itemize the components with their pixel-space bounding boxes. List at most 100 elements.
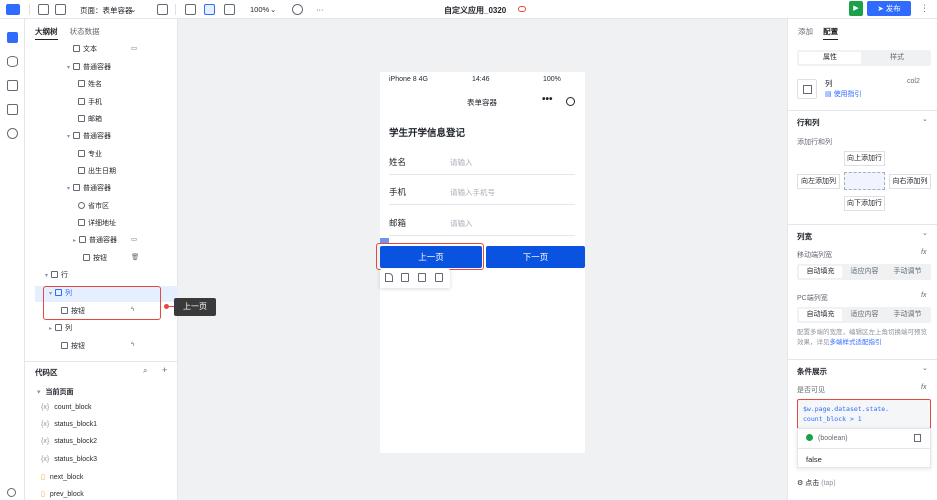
- tree-node-text[interactable]: 文本 ▭: [73, 44, 137, 58]
- tree-node-date[interactable]: 出生日期: [78, 166, 116, 180]
- settings-icon[interactable]: [7, 128, 18, 139]
- field-placeholder[interactable]: 请输入: [450, 157, 473, 168]
- field-placeholder[interactable]: 请输入: [450, 218, 473, 229]
- seg-style[interactable]: 样式: [866, 52, 928, 64]
- chevron-right-icon[interactable]: ▸: [49, 326, 52, 332]
- file-icon[interactable]: [157, 4, 168, 15]
- usage-guide-link[interactable]: ▤ 使用指引: [825, 89, 862, 99]
- opt-manual[interactable]: 手动调节: [886, 309, 929, 321]
- save-icon[interactable]: [401, 273, 409, 282]
- section-row-column[interactable]: 行和列 ⌄: [788, 110, 937, 127]
- more-vertical-icon[interactable]: ⋮: [920, 3, 929, 14]
- copy-icon[interactable]: [418, 273, 426, 282]
- tree-node-region[interactable]: 省市区: [78, 201, 109, 215]
- form-field-phone[interactable]: 手机 请输入手机号: [389, 176, 575, 205]
- seg-properties[interactable]: 属性: [799, 52, 861, 64]
- add-row-above-button[interactable]: 向上添加行: [844, 151, 885, 166]
- delete-icon[interactable]: [435, 273, 443, 282]
- style-guide-link[interactable]: 多端样式适配指引: [830, 339, 882, 346]
- opt-fit-content[interactable]: 适应内容: [843, 309, 886, 321]
- chevron-down-icon[interactable]: ⌄: [130, 5, 136, 14]
- layout-icon[interactable]: [55, 4, 66, 15]
- more-dots-icon[interactable]: •••: [542, 94, 553, 105]
- search-icon[interactable]: ⌕: [143, 366, 147, 376]
- tree-node-container[interactable]: ▾ 普通容器: [67, 131, 111, 145]
- components-icon[interactable]: [7, 104, 18, 115]
- form-field-email[interactable]: 邮箱 请输入: [389, 207, 575, 236]
- chevron-down-icon[interactable]: ▾: [67, 65, 70, 71]
- next-page-button[interactable]: 下一页: [486, 246, 585, 268]
- page-selector[interactable]: 页面：表单容器: [80, 5, 133, 16]
- more-icon[interactable]: ···: [316, 5, 324, 14]
- tree-node-button[interactable]: 按钮 🗑: [83, 253, 139, 267]
- chevron-down-icon[interactable]: ▾: [67, 134, 70, 140]
- add-column-left-button[interactable]: 向左添加列: [797, 174, 840, 189]
- tree-node-container[interactable]: ▸ 普通容器 ▭: [73, 235, 137, 249]
- tree-node-input[interactable]: 手机: [78, 97, 102, 111]
- opt-manual[interactable]: 手动调节: [886, 266, 929, 278]
- add-icon[interactable]: +: [162, 365, 167, 375]
- code-group-current-page[interactable]: ▾ 当前页面: [37, 387, 74, 397]
- tap-event[interactable]: ⚙ 点击 (tap): [797, 478, 836, 488]
- section-column-width[interactable]: 列宽 ⌄: [788, 224, 937, 241]
- publish-button[interactable]: ➤ 发布: [867, 1, 911, 16]
- edit-icon[interactable]: [385, 273, 393, 282]
- chevron-down-icon[interactable]: ⌄: [922, 364, 928, 372]
- tree-node-container[interactable]: ▾ 普通容器: [67, 183, 111, 197]
- close-circle-icon[interactable]: [566, 97, 575, 106]
- chevron-down-icon[interactable]: ▾: [45, 273, 48, 279]
- tab-add[interactable]: 添加: [798, 27, 813, 36]
- tree-node-row[interactable]: ▾ 行: [45, 270, 68, 284]
- tab-state-data[interactable]: 状态数据: [70, 27, 100, 36]
- section-conditional-display[interactable]: 条件展示 ⌄: [788, 359, 937, 376]
- run-button[interactable]: ▶: [849, 1, 863, 16]
- form-field-name[interactable]: 姓名 请输入: [389, 146, 575, 175]
- delete-icon[interactable]: 🗑: [131, 253, 139, 261]
- event-icon[interactable]: ϟ: [131, 341, 134, 348]
- tab-outline[interactable]: 大纲树: [35, 27, 58, 40]
- chevron-down-icon[interactable]: ▾: [37, 389, 41, 396]
- tree-node-input[interactable]: 专业: [78, 149, 102, 163]
- tab-config[interactable]: 配置: [823, 27, 839, 40]
- component-icon[interactable]: ▭: [131, 235, 137, 243]
- tree-node-column[interactable]: ▸ 列: [49, 323, 72, 337]
- chevron-down-icon[interactable]: ⌄: [922, 115, 928, 123]
- code-item[interactable]: {x} status_block2: [41, 438, 97, 445]
- chevron-down-icon[interactable]: ⌄: [270, 5, 276, 14]
- tree-node-input[interactable]: 邮箱: [78, 114, 102, 128]
- chevron-right-icon[interactable]: ▸: [73, 238, 76, 244]
- component-id[interactable]: col2: [907, 78, 920, 85]
- add-row-below-button[interactable]: 向下添加行: [844, 196, 885, 211]
- fx-icon[interactable]: fx: [921, 384, 926, 391]
- mobile-view-icon[interactable]: [185, 4, 196, 15]
- field-placeholder[interactable]: 请输入手机号: [450, 187, 495, 198]
- component-icon[interactable]: ▭: [131, 44, 137, 52]
- code-item[interactable]: {x} status_block3: [41, 456, 97, 463]
- responsive-view-icon[interactable]: [204, 4, 215, 15]
- structure-icon[interactable]: [7, 80, 18, 91]
- code-item[interactable]: {x} count_block: [41, 404, 92, 411]
- code-item[interactable]: ▯ prev_block: [41, 490, 84, 498]
- code-item[interactable]: {x} status_block1: [41, 421, 97, 428]
- refresh-icon[interactable]: [292, 4, 303, 15]
- opt-auto-fill[interactable]: 自动填充: [799, 266, 842, 278]
- tree-node-input[interactable]: 姓名: [78, 79, 102, 93]
- chevron-down-icon[interactable]: ⌄: [922, 229, 928, 237]
- copy-icon[interactable]: [914, 434, 921, 442]
- code-item[interactable]: ▯ next_block: [41, 473, 83, 481]
- add-column-right-button[interactable]: 向右添加列: [889, 174, 931, 189]
- chevron-down-icon[interactable]: ▾: [67, 186, 70, 192]
- tree-node-button[interactable]: 按钮 ϟ: [61, 341, 134, 355]
- visibility-expression-input[interactable]: $w.page.dataset.state. count_block > 1: [797, 399, 931, 429]
- desktop-view-icon[interactable]: [224, 4, 235, 15]
- fx-icon[interactable]: fx: [921, 249, 926, 256]
- fx-icon[interactable]: fx: [921, 292, 926, 299]
- opt-auto-fill[interactable]: 自动填充: [799, 309, 842, 321]
- tree-node-container[interactable]: ▾ 普通容器: [67, 62, 111, 76]
- tree-node-input[interactable]: 详细地址: [78, 218, 116, 232]
- opt-fit-content[interactable]: 适应内容: [843, 266, 886, 278]
- help-icon[interactable]: [7, 488, 16, 497]
- page-list-icon[interactable]: [38, 4, 49, 15]
- zoom-selector[interactable]: 100%: [250, 5, 269, 14]
- database-icon[interactable]: [7, 56, 18, 67]
